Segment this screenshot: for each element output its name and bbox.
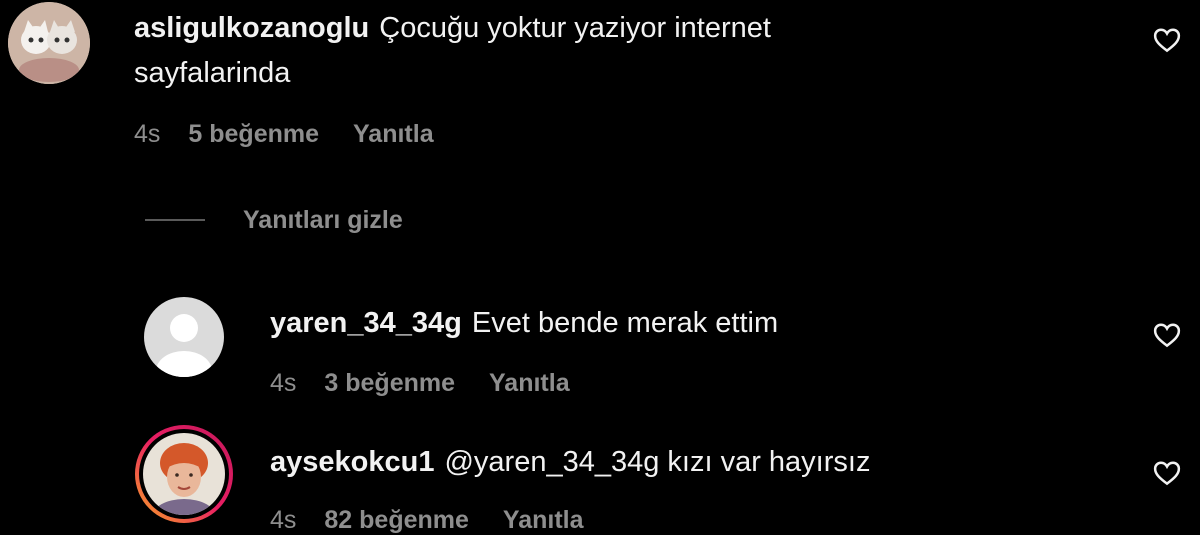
avatar[interactable] xyxy=(8,2,90,84)
default-avatar-icon xyxy=(144,297,224,377)
reply-button[interactable]: Yanıtla xyxy=(489,369,570,397)
avatar[interactable] xyxy=(144,297,224,377)
comment-time: 4s xyxy=(134,120,161,148)
comment-meta: 4s 82 beğenme Yanıtla xyxy=(270,505,584,535)
comment-body: @yaren_34_34g kızı var hayırsız xyxy=(444,446,871,478)
comment-text: aysekokcu1 @yaren_34_34g kızı var hayırsı… xyxy=(270,442,870,482)
comment-username[interactable]: aysekokcu1 xyxy=(270,446,434,478)
comment-text-continued: sayfalarinda xyxy=(134,57,291,89)
comment-text: yaren_34_34g Evet bende merak ettim xyxy=(270,303,778,343)
heart-icon[interactable] xyxy=(1152,320,1182,350)
avatar xyxy=(143,433,225,515)
comment-body: Evet bende merak ettim xyxy=(471,307,779,339)
reply-button[interactable]: Yanıtla xyxy=(353,120,434,148)
comment-time: 4s xyxy=(270,506,297,534)
comment-meta: 4s 3 beğenme Yanıtla xyxy=(270,368,570,398)
reply-button[interactable]: Yanıtla xyxy=(503,506,584,534)
cat-avatar-icon xyxy=(8,2,90,84)
comment-time: 4s xyxy=(270,369,297,397)
comment-likes[interactable]: 3 beğenme xyxy=(324,369,455,397)
comment-likes[interactable]: 82 beğenme xyxy=(324,506,469,534)
comment-likes[interactable]: 5 beğenme xyxy=(188,120,319,148)
divider-line xyxy=(145,219,205,221)
heart-icon[interactable] xyxy=(1152,25,1182,55)
comment-body: Çocuğu yoktur yaziyor internet xyxy=(379,12,771,44)
comment-meta: 4s 5 beğenme Yanıtla xyxy=(134,119,434,149)
woman-avatar-icon xyxy=(143,433,225,515)
hide-replies-label: Yanıtları gizle xyxy=(243,205,403,234)
comment-text: asligulkozanoglu Çocuğu yoktur yaziyor in… xyxy=(134,8,771,48)
hide-replies-button[interactable]: Yanıtları gizle xyxy=(145,203,403,237)
comment-username[interactable]: yaren_34_34g xyxy=(270,307,462,339)
story-ring[interactable] xyxy=(135,425,233,523)
heart-icon[interactable] xyxy=(1152,458,1182,488)
comment-username[interactable]: asligulkozanoglu xyxy=(134,12,369,44)
